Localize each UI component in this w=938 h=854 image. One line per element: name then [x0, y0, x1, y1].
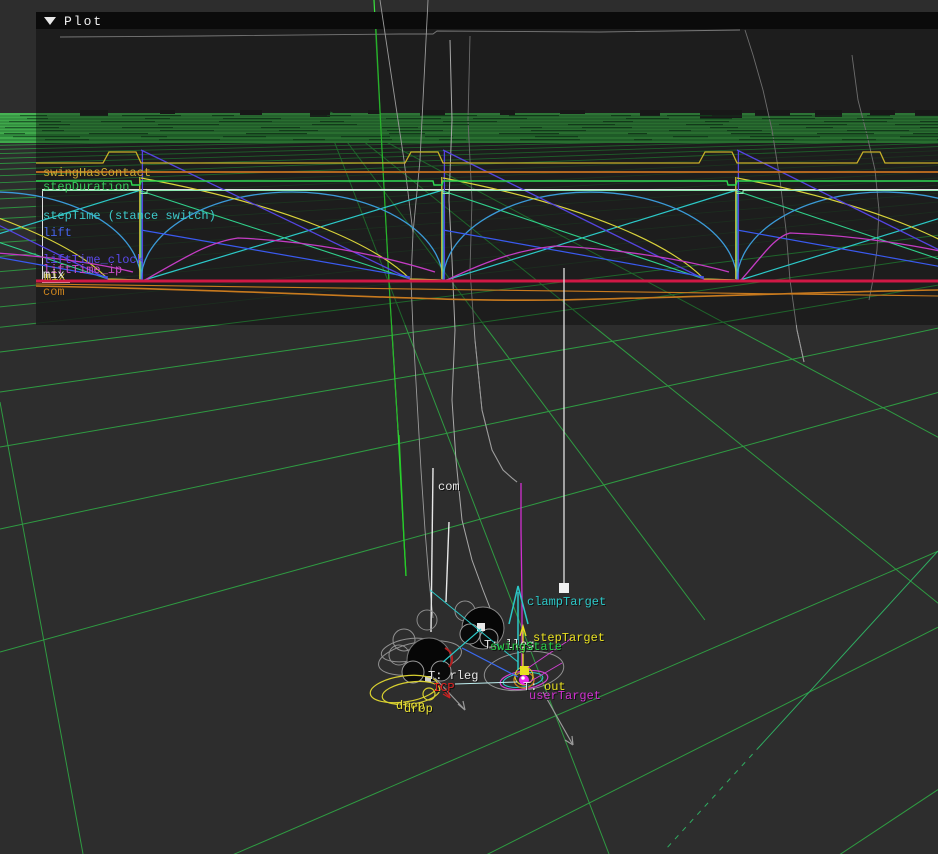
svg-text:clampTarget: clampTarget — [527, 595, 606, 609]
svg-text:Plot: Plot — [64, 14, 103, 29]
svg-text:com: com — [43, 285, 65, 299]
svg-text:stepDuration: stepDuration — [43, 180, 129, 194]
svg-text:swingState: swingState — [490, 640, 562, 654]
svg-text:com: com — [438, 480, 460, 494]
svg-text:swingHasContact: swingHasContact — [43, 166, 151, 180]
svg-text:userTarget: userTarget — [529, 689, 601, 703]
svg-text:ICP: ICP — [433, 681, 455, 695]
svg-text:mix: mix — [43, 268, 65, 282]
svg-text:drop: drop — [404, 702, 433, 716]
svg-text:lift: lift — [43, 226, 72, 240]
svg-text:stepTime (stance switch): stepTime (stance switch) — [43, 209, 216, 223]
